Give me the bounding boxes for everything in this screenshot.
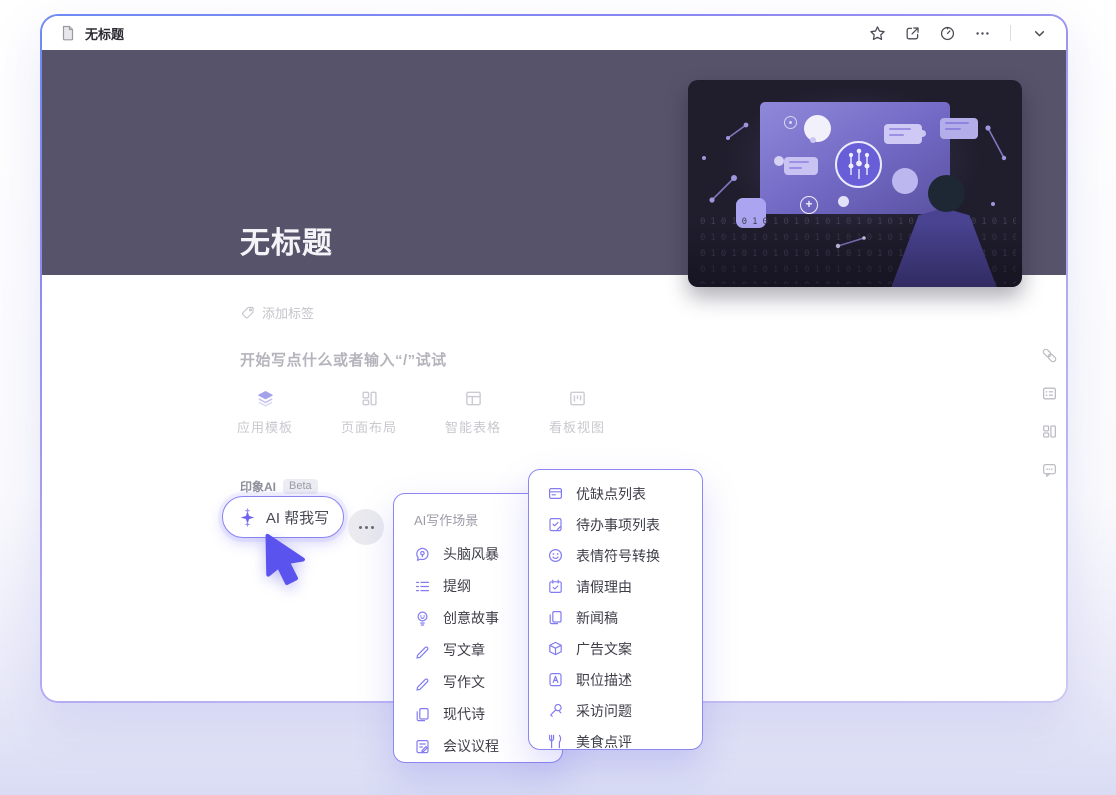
ai-write-label: AI 帮我写 xyxy=(266,507,329,528)
layers-icon xyxy=(256,389,275,408)
template-page-layout[interactable]: 页面布局 xyxy=(337,389,401,436)
template-label: 看板视图 xyxy=(549,417,605,436)
menu-item-leave-excuse[interactable]: 请假理由 xyxy=(547,571,702,602)
template-apply[interactable]: 应用模板 xyxy=(233,389,297,436)
package-icon xyxy=(547,640,564,657)
template-shortcuts: 应用模板 页面布局 智能表格 xyxy=(233,389,609,436)
note-list-icon[interactable] xyxy=(1041,385,1058,402)
layout-blocks-icon[interactable] xyxy=(1041,423,1058,440)
ai-brand-label: 印象AI xyxy=(240,478,276,495)
template-label: 页面布局 xyxy=(341,417,397,436)
comment-icon[interactable] xyxy=(1041,461,1058,478)
menu-item-emoji-convert[interactable]: 表情符号转换 xyxy=(547,540,702,571)
window-topbar: 无标题 xyxy=(42,16,1066,50)
share-icon[interactable] xyxy=(903,24,921,42)
ai-brand-row: 印象AI Beta xyxy=(240,478,318,495)
pen-icon xyxy=(414,674,431,691)
topbar-divider xyxy=(1010,25,1011,41)
layout-icon xyxy=(360,389,379,408)
ai-write-button[interactable]: AI 帮我写 xyxy=(222,496,344,538)
template-kanban-view[interactable]: 看板视图 xyxy=(545,389,609,436)
star-icon[interactable] xyxy=(868,24,886,42)
ai-illustration: + 01010101010101010101010101010101010101… xyxy=(688,80,1022,287)
side-toolbar xyxy=(1041,347,1058,478)
editor-placeholder[interactable]: 开始写点什么或者输入“/”试试 xyxy=(240,349,447,370)
emoji-icon xyxy=(547,547,564,564)
food-icon xyxy=(547,733,564,750)
ai-sparkle-icon xyxy=(237,507,258,528)
note-header-banner: 无标题 xyxy=(42,50,1066,275)
menu-item-press-release[interactable]: 新闻稿 xyxy=(547,602,702,633)
add-tag-label: 添加标签 xyxy=(262,303,314,322)
smart-table-icon xyxy=(464,389,483,408)
pen-icon xyxy=(414,642,431,659)
history-clock-icon[interactable] xyxy=(938,24,956,42)
copy-doc-icon xyxy=(547,609,564,626)
menu-item-interview-questions[interactable]: 采访问题 xyxy=(547,695,702,726)
more-dots-icon[interactable] xyxy=(973,24,991,42)
beta-badge: Beta xyxy=(283,479,318,494)
menu-item-todo-list[interactable]: 待办事项列表 xyxy=(547,509,702,540)
copy-doc-icon xyxy=(414,706,431,723)
mouse-cursor-icon xyxy=(262,533,314,589)
add-tag-button[interactable]: 添加标签 xyxy=(240,303,314,322)
chevron-down-icon[interactable] xyxy=(1030,24,1048,42)
template-label: 应用模板 xyxy=(237,417,293,436)
doc-edit-icon xyxy=(414,738,431,755)
topbar-note-title: 无标题 xyxy=(85,24,124,43)
template-label: 智能表格 xyxy=(445,417,501,436)
tag-icon xyxy=(240,305,255,320)
document-icon xyxy=(60,25,76,41)
ai-more-scenes-menu: 优缺点列表 待办事项列表 表情符号转换 请假理由 新闻稿 xyxy=(528,469,703,750)
note-title[interactable]: 无标题 xyxy=(240,218,333,262)
kanban-icon xyxy=(568,389,587,408)
menu-item-ad-copy[interactable]: 广告文案 xyxy=(547,633,702,664)
pros-cons-icon xyxy=(547,485,564,502)
brainstorm-icon xyxy=(414,546,431,563)
calendar-icon xyxy=(547,578,564,595)
menu-item-pros-cons[interactable]: 优缺点列表 xyxy=(547,478,702,509)
job-doc-icon xyxy=(547,671,564,688)
person-head xyxy=(928,175,965,212)
menu-item-job-description[interactable]: 职位描述 xyxy=(547,664,702,695)
microphone-icon xyxy=(547,702,564,719)
todo-icon xyxy=(547,516,564,533)
menu-item-food-review[interactable]: 美食点评 xyxy=(547,726,702,757)
link-icon[interactable] xyxy=(1041,347,1058,364)
ai-more-button[interactable] xyxy=(348,509,384,545)
template-smart-table[interactable]: 智能表格 xyxy=(441,389,505,436)
idea-icon xyxy=(414,610,431,627)
outline-icon xyxy=(414,578,431,595)
